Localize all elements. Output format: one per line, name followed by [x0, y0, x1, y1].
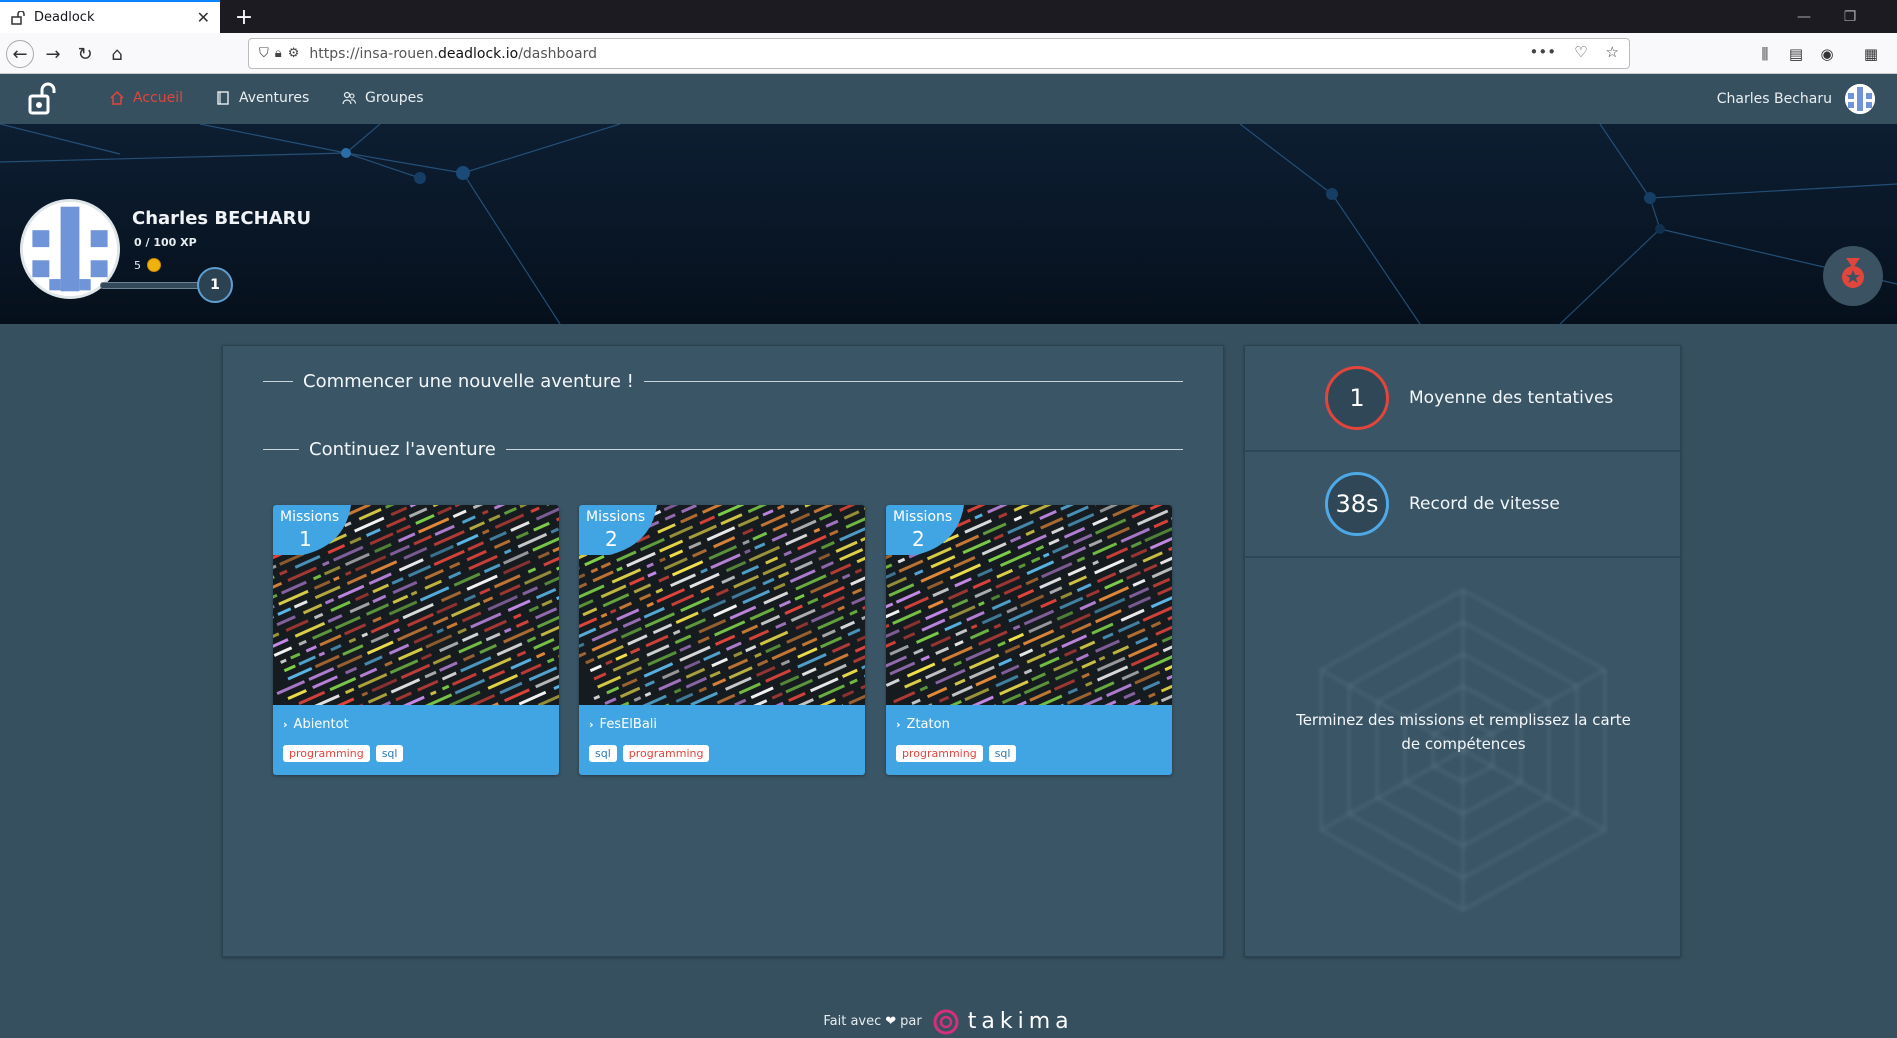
tag-sql: sql: [589, 745, 617, 762]
url-prefix: https://insa-rouen.: [309, 45, 439, 62]
xp-progress-bar: [100, 282, 200, 289]
card-title: › Ztaton: [896, 717, 950, 732]
footer-by: par: [900, 1014, 922, 1029]
footer: Fait avec ❤ par takima: [0, 1005, 1897, 1038]
browser-tab[interactable]: Deadlock ✕: [0, 0, 220, 33]
new-adventure-title: Commencer une nouvelle aventure !: [303, 371, 634, 392]
xp-text: 0 / 100 XP: [134, 236, 197, 249]
permissions-icon[interactable]: ⚙: [288, 46, 300, 61]
missions-badge: Missions 1: [273, 505, 353, 555]
missions-label: Missions: [893, 509, 953, 525]
card-title-text: Ztaton: [906, 717, 950, 732]
speed-record-value: 38s: [1325, 472, 1389, 536]
new-adventure-heading[interactable]: Commencer une nouvelle aventure !: [263, 371, 1183, 392]
url-host: deadlock.io: [438, 45, 519, 62]
reload-icon[interactable]: ↻: [72, 41, 98, 67]
minimize-icon[interactable]: —: [1781, 0, 1827, 33]
adventure-card[interactable]: Missions 2 › FesElBali sql programming: [579, 505, 865, 775]
extensions-icon[interactable]: ▦: [1858, 41, 1884, 67]
tag-programming: programming: [622, 745, 710, 762]
url-path: /dashboard: [518, 45, 597, 62]
stats-panel: 1 Moyenne des tentatives 38s Record de v…: [1244, 345, 1682, 957]
app-navbar: Accueil Aventures Groupes Charles Bechar…: [0, 74, 1897, 124]
nav-groupes[interactable]: Groupes: [342, 90, 424, 106]
lock-icon[interactable]: 🔒︎: [275, 46, 282, 61]
pocket-icon[interactable]: ♡: [1574, 43, 1587, 61]
chevron-right-icon: ›: [589, 718, 594, 731]
chevron-right-icon: ›: [283, 718, 288, 731]
browser-toolbar: ← → ↻ ⌂ ⛉ 🔒︎ ⚙ https://insa-rouen. deadlo…: [0, 33, 1897, 74]
missions-label: Missions: [280, 509, 340, 525]
tag-programming: programming: [896, 745, 983, 762]
coins-value: 5: [134, 258, 141, 272]
missions-count: 2: [605, 527, 618, 551]
missions-badge: Missions 2: [886, 505, 966, 555]
bookmark-star-icon[interactable]: ☆: [1606, 43, 1619, 61]
coin-icon: [147, 258, 161, 272]
home-browser-icon[interactable]: ⌂: [104, 41, 130, 67]
takima-swirl-icon: [933, 1009, 959, 1034]
player-name: Charles BECHARU: [132, 208, 312, 229]
user-name[interactable]: Charles Becharu: [1717, 91, 1832, 107]
home-icon: [110, 91, 124, 105]
nav-accueil[interactable]: Accueil: [110, 90, 183, 106]
library-icon[interactable]: ⫼: [1752, 41, 1778, 67]
shield-icon[interactable]: ⛉: [259, 46, 269, 61]
more-icon[interactable]: •••: [1530, 43, 1557, 61]
skills-radar: Terminez des missions et remplissez la c…: [1245, 560, 1682, 956]
tag-sql: sql: [375, 745, 404, 762]
tag-programming: programming: [283, 745, 370, 762]
nav-accueil-label: Accueil: [133, 90, 183, 106]
coins-count: 5: [134, 258, 161, 272]
restore-icon[interactable]: ❐: [1827, 0, 1873, 33]
medal-icon: [1839, 258, 1867, 294]
url-bar[interactable]: ⛉ 🔒︎ ⚙ https://insa-rouen. deadlock.io/da…: [248, 38, 1630, 69]
browser-tabbar: Deadlock ✕ + — ❐: [0, 0, 1897, 33]
adventure-card[interactable]: Missions 2 › Ztaton programming sql: [886, 505, 1172, 775]
forward-arrow-icon[interactable]: →: [40, 41, 66, 67]
new-tab-button[interactable]: +: [230, 3, 258, 31]
card-title-text: Abientot: [293, 717, 349, 732]
avg-attempts-stat: 1 Moyenne des tentatives: [1245, 346, 1682, 452]
takima-logo[interactable]: takima: [932, 1008, 1074, 1036]
book-icon: [216, 91, 230, 105]
account-icon[interactable]: ◉: [1814, 41, 1840, 67]
profile-banner: Charles BECHARU 0 / 100 XP 5 1: [0, 124, 1897, 324]
sidebar-icon[interactable]: ▤: [1783, 41, 1809, 67]
takima-brand-text: takima: [967, 1009, 1074, 1034]
missions-count: 2: [912, 527, 925, 551]
card-title-text: FesElBali: [599, 717, 658, 732]
nav-groupes-label: Groupes: [365, 90, 424, 106]
level-badge: 1: [197, 267, 233, 303]
tab-title: Deadlock: [34, 10, 95, 25]
footer-made-with: Fait avec: [823, 1014, 882, 1029]
deadlock-logo-icon[interactable]: [28, 82, 60, 116]
deadlock-favicon-icon: [10, 10, 26, 26]
medal-button[interactable]: [1823, 246, 1883, 306]
radar-message: Terminez des missions et remplissez la c…: [1296, 711, 1631, 753]
back-arrow-icon[interactable]: ←: [6, 40, 34, 68]
avg-attempts-value: 1: [1325, 366, 1389, 430]
radar-chart-blurred: [1320, 589, 1606, 911]
speed-record-stat: 38s Record de vitesse: [1245, 452, 1682, 558]
nav-aventures[interactable]: Aventures: [216, 90, 309, 106]
user-avatar[interactable]: [1845, 84, 1875, 114]
card-title: › FesElBali: [589, 717, 657, 732]
missions-count: 1: [299, 527, 312, 551]
speed-record-label: Record de vitesse: [1409, 494, 1560, 514]
tag-sql: sql: [988, 745, 1017, 762]
missions-label: Missions: [586, 509, 646, 525]
nav-aventures-label: Aventures: [239, 90, 310, 106]
avg-attempts-label: Moyenne des tentatives: [1409, 388, 1614, 408]
tab-close-icon[interactable]: ✕: [197, 8, 210, 27]
continue-title: Continuez l'aventure: [309, 439, 496, 460]
group-icon: [342, 91, 356, 105]
continue-heading: Continuez l'aventure: [263, 439, 1183, 460]
card-title: › Abientot: [283, 717, 349, 732]
adventure-card[interactable]: Missions 1 › Abientot programming sql: [273, 505, 559, 775]
heart-icon: ❤: [885, 1014, 897, 1029]
chevron-right-icon: ›: [896, 718, 901, 731]
adventures-panel: Commencer une nouvelle aventure ! Contin…: [222, 345, 1224, 957]
missions-badge: Missions 2: [579, 505, 659, 555]
